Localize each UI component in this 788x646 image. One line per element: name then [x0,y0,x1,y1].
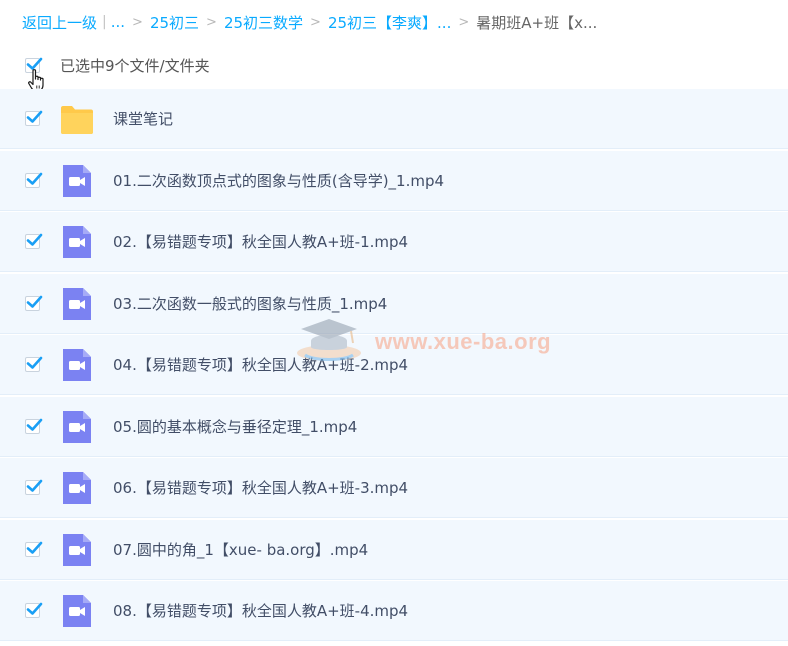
row-checkbox[interactable] [25,172,43,188]
row-checkbox[interactable] [25,295,43,311]
breadcrumb: 返回上一级 | ... > 25初三 > 25初三数学 > 25初三【李爽】..… [22,10,597,34]
breadcrumb-separator: > [458,14,470,30]
checkmark-icon [26,172,43,185]
file-row-video[interactable]: 05.圆的基本概念与垂径定理_1.mp4 [0,396,788,457]
file-list: 课堂笔记 01.二次函数顶点式的图象与性质(含导学)_1.mp4 02.【易错题… [0,89,788,643]
selection-count: 已选中9个文件/文件夹 [60,57,210,75]
row-checkbox[interactable] [25,233,43,249]
file-name[interactable]: 03.二次函数一般式的图象与性质_1.mp4 [113,293,387,314]
checkmark-icon [26,356,43,369]
row-checkbox[interactable] [25,541,43,557]
checkmark-icon [26,479,43,492]
back-link[interactable]: 返回上一级 [22,12,97,33]
file-row-video[interactable]: 08.【易错题专项】秋全国人教A+班-4.mp4 [0,581,788,641]
checkmark-icon [26,110,43,123]
row-checkbox[interactable] [25,602,43,618]
breadcrumb-separator: > [310,14,321,30]
file-row-video[interactable]: 03.二次函数一般式的图象与性质_1.mp4 [0,273,788,334]
selection-bar: 已选中9个文件/文件夹 [0,46,788,92]
video-file-icon [63,226,91,258]
file-name[interactable]: 04.【易错题专项】秋全国人教A+班-2.mp4 [113,354,408,375]
folder-icon [61,106,93,134]
video-file-icon [63,595,91,627]
file-name[interactable]: 08.【易错题专项】秋全国人教A+班-4.mp4 [113,600,408,621]
video-file-icon [63,533,91,566]
breadcrumb-item[interactable]: 25初三 [150,12,199,33]
breadcrumb-separator: > [206,14,217,30]
checkmark-icon [26,602,43,615]
breadcrumb-item[interactable]: 25初三【李爽】... [328,12,451,33]
file-row-folder[interactable]: 课堂笔记 [0,89,788,149]
file-name[interactable]: 01.二次函数顶点式的图象与性质(含导学)_1.mp4 [113,170,444,191]
file-row-video[interactable]: 01.二次函数顶点式的图象与性质(含导学)_1.mp4 [0,150,788,211]
video-file-icon [63,287,91,320]
file-name[interactable]: 06.【易错题专项】秋全国人教A+班-3.mp4 [113,477,408,498]
checkmark-icon [26,233,43,246]
video-file-icon [63,164,91,197]
breadcrumb-current: 暑期班A+班【x... [476,13,598,32]
breadcrumb-divider: | [102,14,107,30]
row-checkbox[interactable] [25,479,43,495]
breadcrumb-separator: > [132,14,143,30]
breadcrumb-item[interactable]: 25初三数学 [224,12,303,33]
row-checkbox[interactable] [25,110,43,126]
breadcrumb-ellipsis[interactable]: ... [111,13,125,31]
checkmark-icon [26,295,43,308]
video-file-icon [63,472,91,504]
file-name[interactable]: 课堂笔记 [113,108,173,129]
file-row-video[interactable]: 02.【易错题专项】秋全国人教A+班-1.mp4 [0,212,788,272]
checkmark-icon [26,541,43,554]
checkmark-icon [26,418,43,431]
row-checkbox[interactable] [25,356,43,372]
row-checkbox[interactable] [25,418,43,434]
file-row-video[interactable]: 04.【易错题专项】秋全国人教A+班-2.mp4 [0,335,788,395]
file-row-video[interactable]: 07.圆中的角_1【xue- ba.org】.mp4 [0,519,788,580]
video-file-icon [63,349,91,381]
file-name[interactable]: 05.圆的基本概念与垂径定理_1.mp4 [113,416,357,437]
video-file-icon [63,410,91,443]
file-name[interactable]: 07.圆中的角_1【xue- ba.org】.mp4 [113,539,368,560]
file-name[interactable]: 02.【易错题专项】秋全国人教A+班-1.mp4 [113,231,408,252]
file-row-video[interactable]: 06.【易错题专项】秋全国人教A+班-3.mp4 [0,458,788,518]
